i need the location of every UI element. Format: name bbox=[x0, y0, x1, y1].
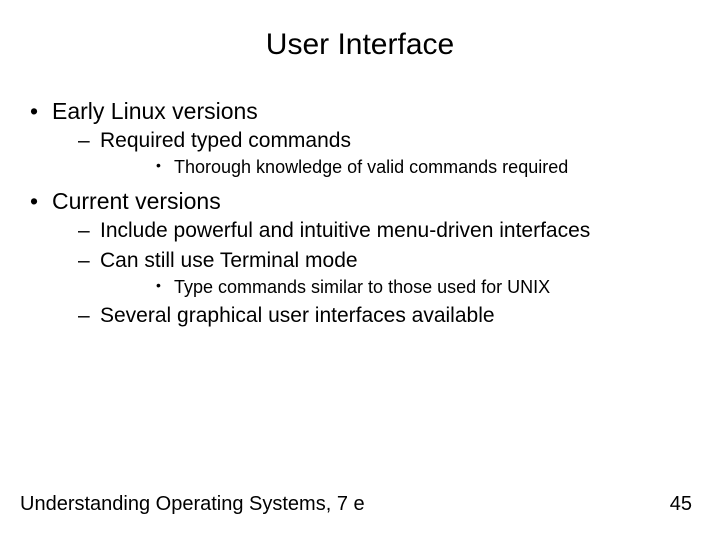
subsubbullet-unix-commands: Type commands similar to those used for … bbox=[156, 275, 690, 299]
slide-content: Early Linux versions Required typed comm… bbox=[30, 96, 690, 330]
bullet-text: Type commands similar to those used for … bbox=[174, 277, 550, 297]
subbullet-required-typed: Required typed commands Thorough knowled… bbox=[78, 127, 690, 180]
bullet-early-linux: Early Linux versions Required typed comm… bbox=[30, 96, 690, 180]
slide-footer: Understanding Operating Systems, 7 e 45 bbox=[20, 493, 692, 516]
slide: User Interface Early Linux versions Requ… bbox=[0, 0, 720, 540]
bullet-text: Thorough knowledge of valid commands req… bbox=[174, 157, 568, 177]
subbullet-gui-available: Several graphical user interfaces availa… bbox=[78, 302, 690, 330]
subbullet-terminal-mode: Can still use Terminal mode Type command… bbox=[78, 247, 690, 300]
subsubbullet-thorough-knowledge: Thorough knowledge of valid commands req… bbox=[156, 155, 690, 179]
bullet-text: Several graphical user interfaces availa… bbox=[100, 304, 495, 327]
subbullet-menu-driven: Include powerful and intuitive menu-driv… bbox=[78, 217, 690, 245]
footer-page-number: 45 bbox=[670, 493, 692, 516]
bullet-current-versions: Current versions Include powerful and in… bbox=[30, 186, 690, 330]
slide-title: User Interface bbox=[30, 28, 690, 62]
bullet-text: Current versions bbox=[52, 188, 221, 214]
bullet-text: Can still use Terminal mode bbox=[100, 249, 358, 272]
footer-source: Understanding Operating Systems, 7 e bbox=[20, 493, 365, 516]
bullet-text: Early Linux versions bbox=[52, 98, 258, 124]
bullet-text: Required typed commands bbox=[100, 129, 351, 152]
bullet-text: Include powerful and intuitive menu-driv… bbox=[100, 219, 590, 242]
